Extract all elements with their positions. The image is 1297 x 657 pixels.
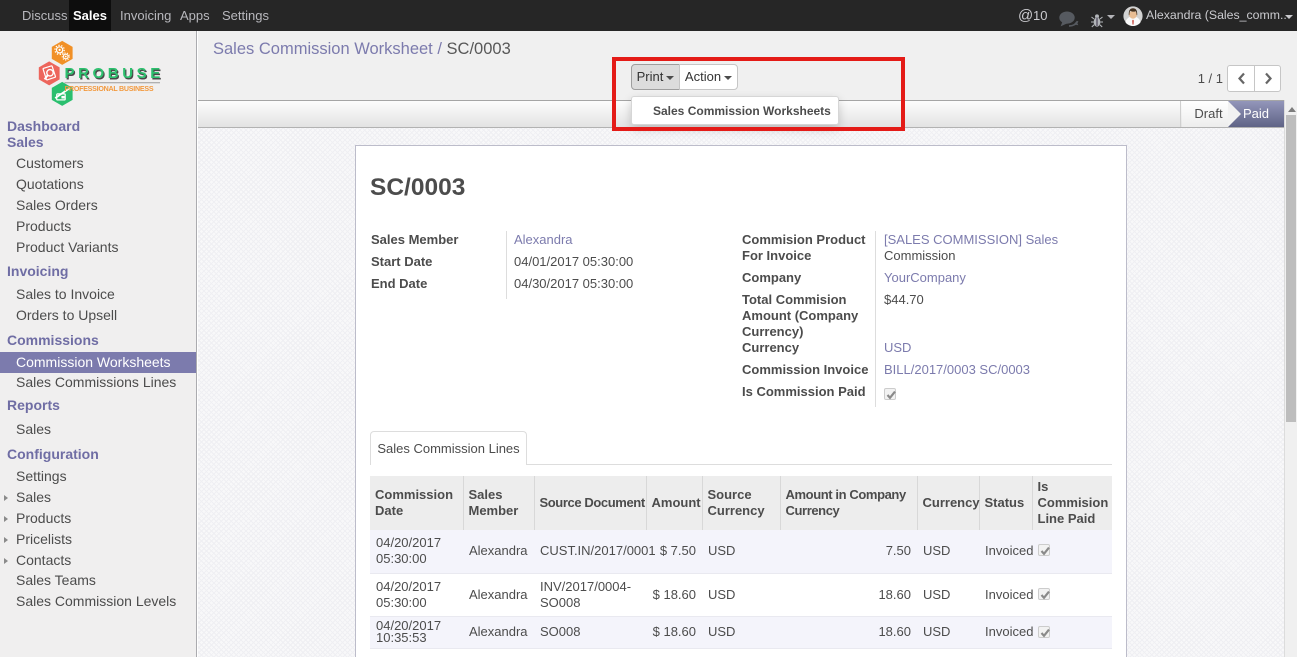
svg-text:PROBUSE: PROBUSE: [65, 65, 164, 82]
svg-text:PROFESSIONAL BUSINESS: PROFESSIONAL BUSINESS: [65, 85, 154, 93]
